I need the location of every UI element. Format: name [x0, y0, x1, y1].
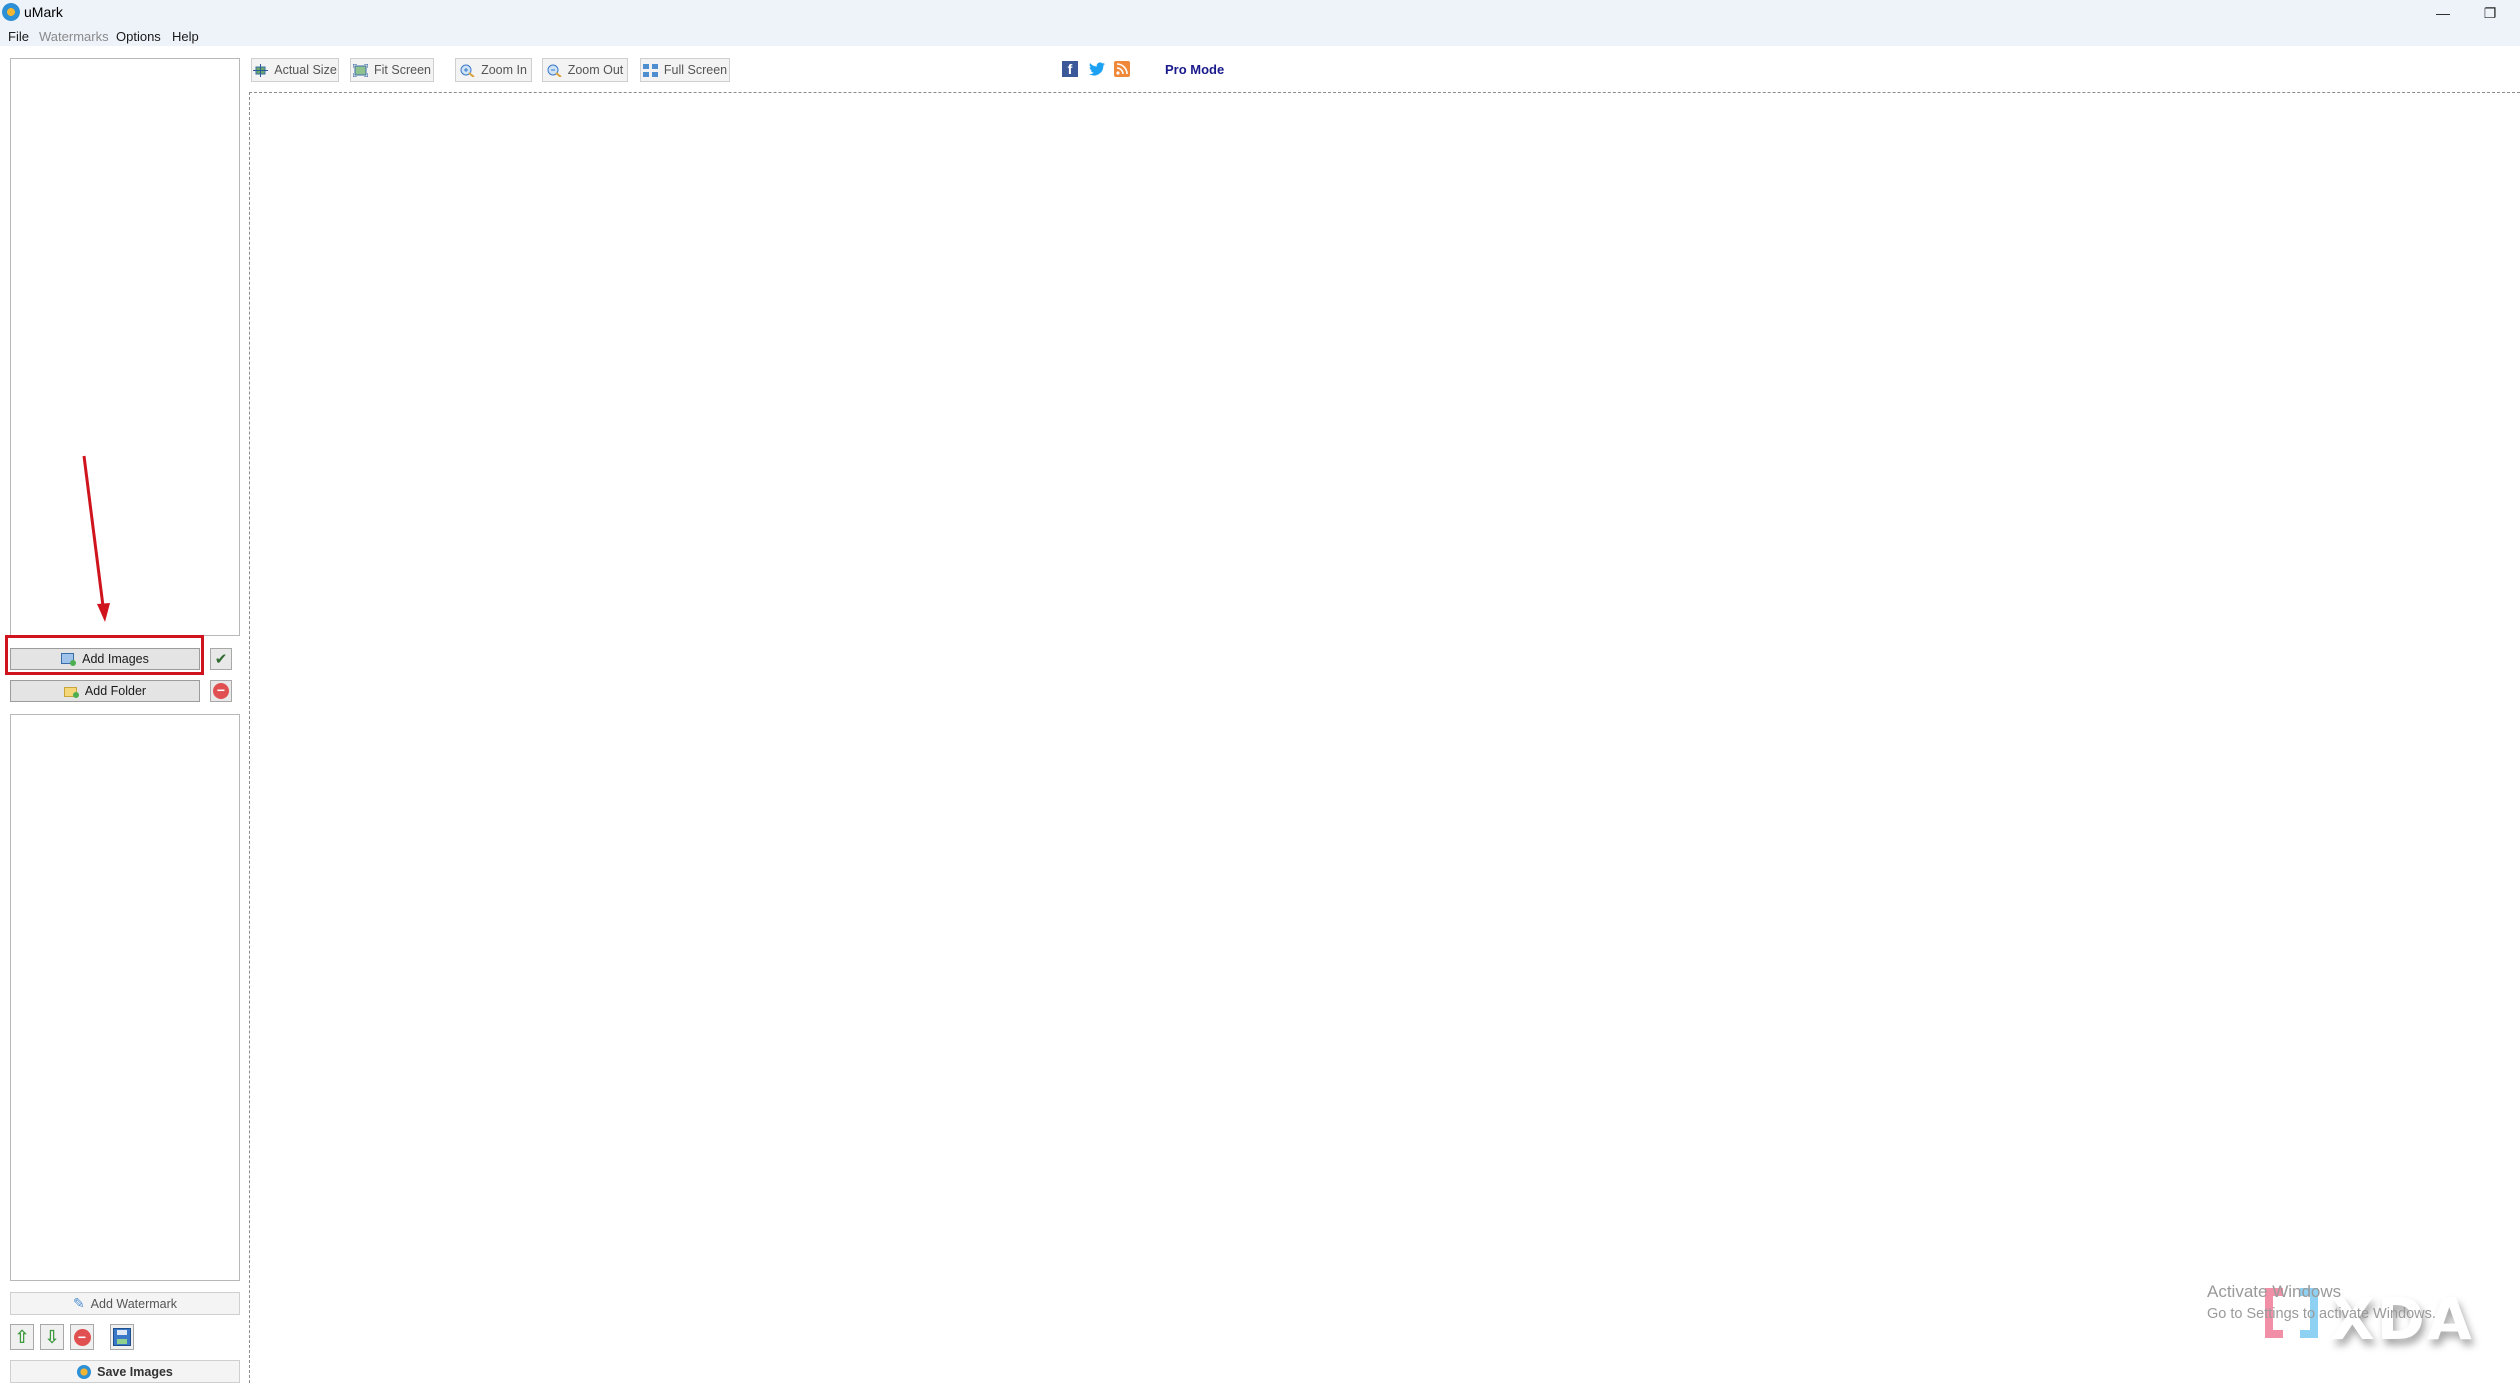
fit-screen-label: Fit Screen [374, 63, 431, 77]
fit-screen-icon [352, 63, 369, 77]
move-up-button[interactable]: ⇧ [10, 1324, 34, 1350]
twitter-icon[interactable] [1089, 61, 1105, 77]
menu-file[interactable]: File [8, 29, 29, 44]
zoom-in-label: Zoom In [481, 63, 527, 77]
title-bar: uMark — ❐ [0, 0, 2520, 28]
full-screen-label: Full Screen [663, 63, 728, 77]
umark-logo-icon [2, 3, 20, 21]
menu-options[interactable]: Options [116, 29, 161, 44]
menu-help[interactable]: Help [172, 29, 199, 44]
minimize-button[interactable]: — [2428, 2, 2458, 24]
actual-size-button[interactable]: Actual Size [251, 58, 339, 82]
window-title: uMark [24, 4, 63, 20]
save-watermark-button[interactable] [110, 1324, 134, 1350]
rss-icon[interactable] [1114, 61, 1130, 77]
watermark-list-panel[interactable] [10, 714, 240, 1281]
zoom-in-icon [460, 64, 475, 78]
add-images-label: Add Images [82, 652, 149, 666]
add-folder-icon [63, 685, 79, 698]
activate-windows-notice: Activate Windows Go to Settings to activ… [2207, 1281, 2436, 1325]
checkmark-icon: ✔ [214, 651, 228, 668]
add-folder-button[interactable]: Add Folder [10, 680, 200, 702]
zoom-in-button[interactable]: Zoom In [455, 58, 532, 82]
watermark-pin-icon: ✎ [72, 1295, 85, 1311]
pro-mode-link[interactable]: Pro Mode [1165, 62, 1224, 77]
remove-images-button[interactable]: − [210, 680, 232, 702]
restore-button[interactable]: ❐ [2475, 2, 2505, 24]
image-preview-canvas[interactable] [249, 92, 2520, 1383]
zoom-out-icon [547, 64, 562, 78]
full-screen-icon [642, 63, 658, 77]
actual-size-label: Actual Size [274, 63, 337, 77]
add-watermark-button[interactable]: ✎ Add Watermark [10, 1292, 240, 1315]
remove-watermark-icon: − [73, 1328, 91, 1346]
facebook-glyph: f [1067, 61, 1073, 77]
menu-bar: File Watermarks Options Help [0, 28, 2520, 46]
twitter-bird-icon [1089, 62, 1105, 76]
actual-size-icon [253, 63, 269, 77]
save-images-button[interactable]: Save Images [10, 1360, 240, 1383]
full-screen-button[interactable]: Full Screen [640, 58, 730, 82]
remove-watermark-button[interactable]: − [70, 1324, 94, 1350]
save-images-icon [77, 1364, 92, 1379]
zoom-out-label: Zoom Out [567, 63, 624, 77]
zoom-out-button[interactable]: Zoom Out [542, 58, 628, 82]
add-folder-label: Add Folder [84, 684, 147, 698]
save-images-label: Save Images [97, 1364, 173, 1379]
remove-icon: − [213, 683, 229, 699]
floppy-disk-icon [113, 1328, 131, 1346]
activate-windows-title: Activate Windows [2207, 1282, 2342, 1301]
image-list-panel[interactable] [10, 58, 240, 636]
move-down-button[interactable]: ⇩ [40, 1324, 64, 1350]
arrow-up-icon: ⇧ [14, 1326, 30, 1347]
facebook-icon[interactable]: f [1062, 61, 1078, 77]
rss-feed-icon [1116, 63, 1128, 75]
add-watermark-label: Add Watermark [90, 1296, 178, 1311]
add-images-button[interactable]: Add Images [10, 648, 200, 670]
menu-watermarks[interactable]: Watermarks [39, 29, 109, 44]
arrow-down-icon: ⇩ [44, 1326, 60, 1347]
fit-screen-button[interactable]: Fit Screen [350, 58, 434, 82]
select-all-button[interactable]: ✔ [210, 648, 232, 670]
activate-windows-subtitle: Go to Settings to activate Windows. [2207, 1306, 2436, 1322]
add-images-icon [61, 652, 77, 666]
